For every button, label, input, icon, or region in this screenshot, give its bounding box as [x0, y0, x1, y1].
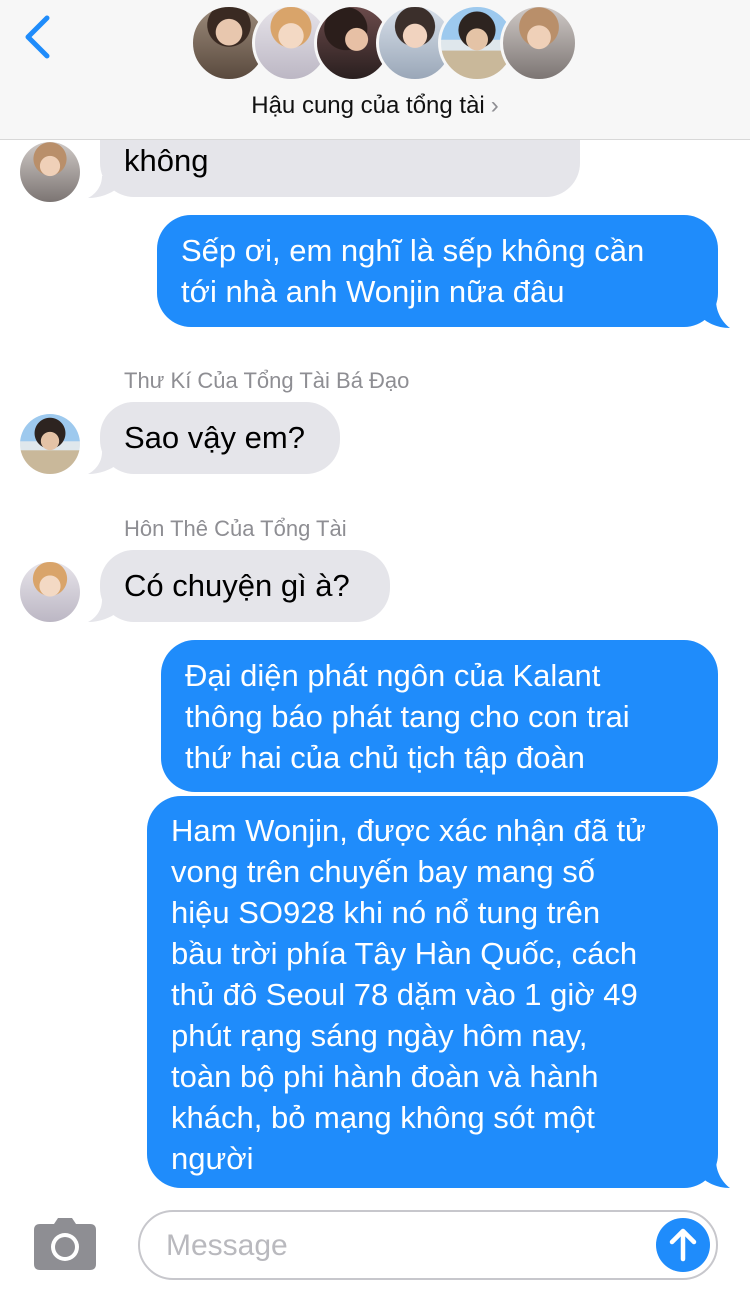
incoming-message-bubble[interactable]: Sao vậy em? — [100, 402, 340, 474]
outgoing-message-bubble[interactable]: Ham Wonjin, được xác nhận đã tử vong trê… — [147, 796, 718, 1188]
chevron-right-icon: › — [490, 92, 499, 119]
message-line: người — [171, 1141, 254, 1176]
message-line: Sếp ơi, em nghĩ là sếp không cần — [181, 233, 645, 268]
send-button[interactable] — [656, 1218, 710, 1272]
message-thread[interactable]: không Sếp ơi, em nghĩ là sếp không cần t… — [0, 140, 750, 1200]
message-line: thông báo phát tang cho con trai — [185, 699, 630, 734]
message-line: bầu trời phía Tây Hàn Quốc, cách — [171, 936, 638, 971]
message-line: tới nhà anh Wonjin nữa đâu — [181, 274, 565, 309]
group-name-button[interactable]: Hậu cung của tổng tài › — [0, 92, 750, 120]
message-line: phút rạng sáng ngày hôm nay, — [171, 1018, 588, 1053]
camera-button[interactable] — [34, 1218, 96, 1270]
message-line: toàn bộ phi hành đoàn và hành — [171, 1059, 599, 1094]
message-line: Ham Wonjin, được xác nhận đã tử — [171, 813, 646, 848]
message-text: Có chuyện gì à? — [124, 568, 350, 603]
sender-name: Hôn Thê Của Tổng Tài — [124, 516, 347, 541]
message-text: không — [124, 143, 209, 178]
message-text: Sao vậy em? — [124, 420, 305, 455]
outgoing-message-bubble[interactable]: Đại diện phát ngôn của Kalant thông báo … — [161, 640, 718, 792]
sender-avatar[interactable] — [20, 414, 80, 474]
message-line: thủ đô Seoul 78 dặm vào 1 giờ 49 — [171, 977, 638, 1012]
incoming-message-bubble[interactable]: Có chuyện gì à? — [100, 550, 390, 622]
sender-avatar[interactable] — [20, 562, 80, 622]
group-member-avatar — [500, 4, 578, 82]
message-line: vong trên chuyến bay mang số — [171, 854, 595, 889]
camera-icon — [34, 1218, 96, 1270]
back-button[interactable] — [14, 12, 64, 62]
compose-bar — [0, 1200, 750, 1290]
message-line: hiệu SO928 khi nó nổ tung trên — [171, 895, 601, 930]
outgoing-message-bubble[interactable]: Sếp ơi, em nghĩ là sếp không cần tới nhà… — [157, 215, 718, 327]
back-chevron-icon — [25, 15, 50, 59]
sender-name: Thư Kí Của Tổng Tài Bá Đạo — [124, 368, 410, 393]
message-input[interactable] — [166, 1222, 646, 1270]
sender-avatar[interactable] — [20, 142, 80, 202]
incoming-message-bubble[interactable]: không — [100, 140, 580, 197]
conversation-header: Hậu cung của tổng tài › — [0, 0, 750, 140]
message-line: thứ hai của chủ tịch tập đoàn — [185, 740, 585, 775]
group-avatars[interactable] — [190, 4, 578, 86]
group-name-label: Hậu cung của tổng tài — [251, 92, 485, 119]
message-line: Đại diện phát ngôn của Kalant — [185, 658, 601, 693]
message-field[interactable] — [138, 1210, 718, 1280]
message-line: khách, bỏ mạng không sót một — [171, 1100, 595, 1135]
send-arrow-icon — [669, 1228, 697, 1262]
